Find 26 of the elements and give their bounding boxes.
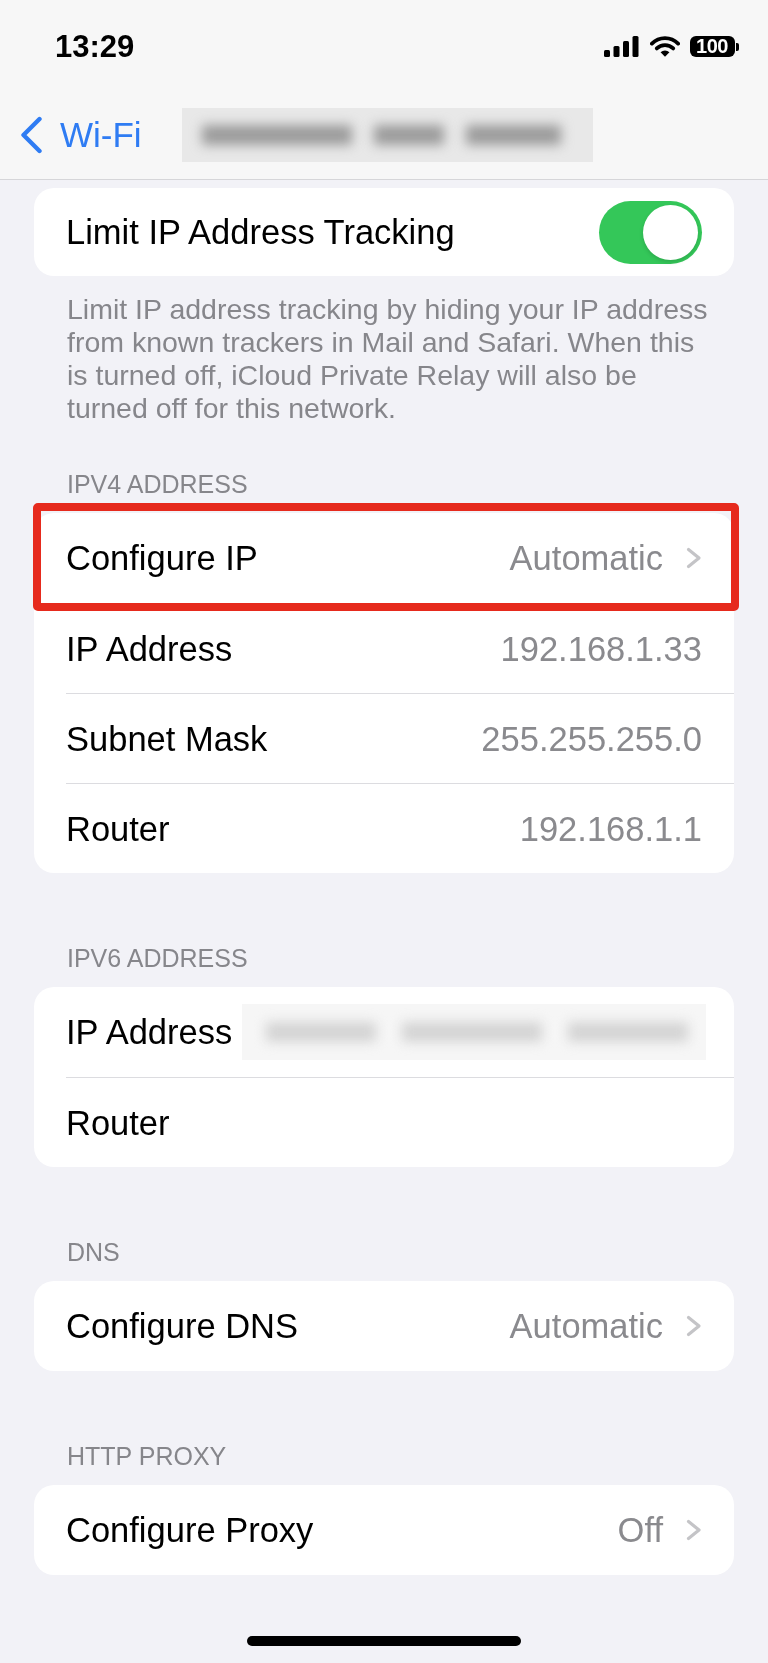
settings-row[interactable]: Configure DNS Automatic <box>34 1281 734 1371</box>
section-header: DNS <box>66 1237 121 1267</box>
section-header: HTTP PROXY <box>66 1441 228 1471</box>
settings-row[interactable]: Configure Proxy Off <box>34 1485 734 1575</box>
setting-label: Limit IP Address Tracking <box>66 212 455 252</box>
section-header: IPV4 ADDRESS <box>66 469 249 499</box>
row-label: IP Address <box>66 628 233 669</box>
row-label: Router <box>66 808 170 849</box>
chevron-right-icon <box>686 1315 702 1337</box>
wifi-icon <box>649 36 680 57</box>
row-label: Subnet Mask <box>66 718 268 759</box>
chevron-right-icon <box>686 547 702 569</box>
row-label: IP Address <box>66 1012 233 1052</box>
signal-icon <box>603 36 639 57</box>
settings-row[interactable]: Configure IP Automatic <box>34 513 734 603</box>
row-value: 255.255.255.0 <box>481 718 702 759</box>
row-label: Router <box>66 1102 170 1143</box>
chevron-right-icon <box>686 1519 702 1541</box>
chevron-left-icon <box>19 115 43 154</box>
setting-description: Limit IP address tracking by hiding your IP address from known trackers in Mail and Safari. When this is turned off, iCloud Private Relay will also be turned off for this network. <box>67 293 709 425</box>
battery-indicator: 100 <box>689 36 739 57</box>
row-value: 192.168.1.33 <box>500 628 702 669</box>
section-header: IPV6 ADDRESS <box>66 943 249 973</box>
back-button[interactable]: Wi-Fi <box>0 114 142 155</box>
status-time: 13:29 <box>55 28 136 65</box>
row-value: 192.168.1.1 <box>519 808 702 849</box>
